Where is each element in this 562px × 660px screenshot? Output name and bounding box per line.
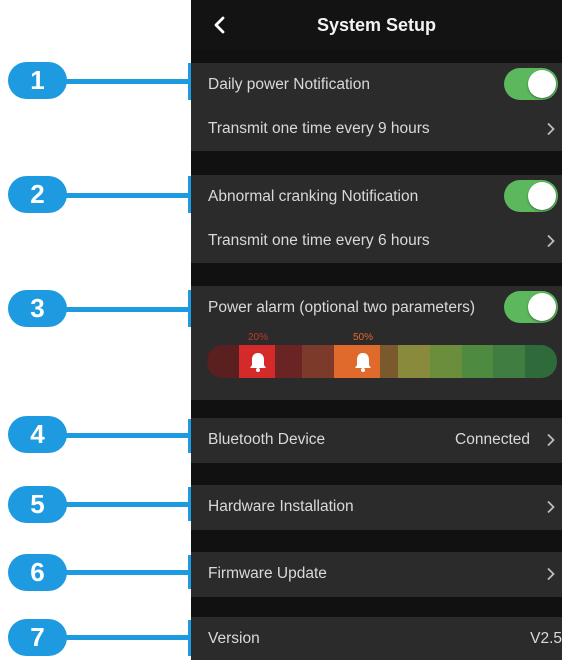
svg-text:1: 1 [30,65,44,95]
chevron-right-icon [547,433,555,447]
daily-frequency-row[interactable]: Transmit one time every 9 hours [191,107,562,151]
phone-screen: System Setup Daily power Notification Tr… [191,0,562,660]
bell-icon [250,353,266,372]
daily-notification-toggle[interactable] [504,68,558,100]
bell-icon [355,353,371,372]
chevron-right-icon [547,567,555,581]
cranking-notification-card: Abnormal cranking Notification Transmit … [191,175,562,263]
low-marker-label: 20% [247,332,268,343]
cranking-frequency-label: Transmit one time every 6 hours [208,232,430,249]
svg-text:4: 4 [30,419,45,449]
hardware-installation-row[interactable]: Hardware Installation [191,485,562,530]
chevron-right-icon [547,122,555,136]
power-alarm-row: Power alarm (optional two parameters) [191,286,562,330]
power-alarm-label: Power alarm (optional two parameters) [208,299,476,316]
firmware-update-label: Firmware Update [208,565,327,582]
gauge-segment [461,345,494,378]
callout-badge-6: 6 [8,554,67,591]
gauge-segment [397,345,430,378]
hardware-installation-label: Hardware Installation [208,498,354,515]
version-value: V2.5 [530,630,562,647]
daily-frequency-label: Transmit one time every 9 hours [208,120,430,137]
version-label: Version [208,630,260,647]
high-alarm-marker[interactable] [346,345,380,378]
callout-badge-3: 3 [8,290,67,327]
chevron-right-icon [547,500,555,514]
gauge-segment [270,345,303,378]
power-alarm-toggle[interactable] [504,291,558,323]
callout-badge-5: 5 [8,486,67,523]
svg-text:2: 2 [30,179,44,209]
version-row: Version V2.5 [191,617,562,660]
firmware-update-row[interactable]: Firmware Update [191,552,562,597]
power-alarm-card: Power alarm (optional two parameters) 20… [191,286,562,400]
daily-notification-card: Daily power Notification Transmit one ti… [191,63,562,151]
callout-badge-2: 2 [8,176,67,213]
cranking-notification-label: Abnormal cranking Notification [208,188,419,205]
svg-text:3: 3 [30,293,44,323]
cranking-notification-toggle[interactable] [504,180,558,212]
gauge-segment [525,345,557,378]
callout-badge-1: 1 [8,62,67,99]
low-alarm-marker[interactable] [241,345,275,378]
daily-notification-label: Daily power Notification [208,76,370,93]
bluetooth-status: Connected [455,431,530,448]
gauge-segment [302,345,335,378]
page-title: System Setup [316,15,437,35]
gauge-segment [493,345,526,378]
callout-badge-7: 7 [8,619,67,656]
svg-text:6: 6 [30,557,44,587]
bluetooth-label: Bluetooth Device [208,431,326,448]
gauge-segment [429,345,462,378]
toggle-knob [528,293,556,321]
svg-text:7: 7 [30,622,44,652]
callout-badge-4: 4 [8,416,67,453]
chevron-right-icon [547,234,555,248]
toggle-knob [528,182,556,210]
toggle-knob [528,70,556,98]
high-marker-label: 50% [352,332,373,343]
bluetooth-row[interactable]: Bluetooth Device Connected [191,418,562,463]
gauge-segment [207,345,239,378]
daily-notification-row: Daily power Notification [191,63,562,107]
svg-text:5: 5 [30,489,44,519]
cranking-notification-row: Abnormal cranking Notification [191,175,562,219]
header-bar: System Setup [191,0,562,50]
cranking-frequency-row[interactable]: Transmit one time every 6 hours [191,219,562,263]
